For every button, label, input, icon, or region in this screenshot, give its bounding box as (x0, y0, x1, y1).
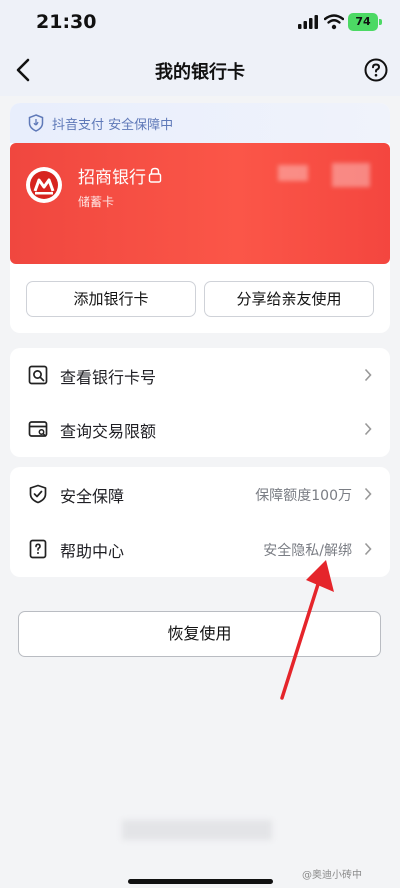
search-card-icon (28, 365, 48, 385)
menu-item-value: 保障额度100万 (255, 488, 352, 504)
battery-icon: 74 (348, 13, 378, 31)
chevron-right-icon (364, 422, 372, 436)
add-card-button[interactable]: 添加银行卡 (26, 281, 196, 317)
battery-nub (379, 19, 382, 25)
bank-logo (26, 167, 62, 203)
chevron-right-icon (364, 368, 372, 382)
lock-icon (148, 167, 162, 183)
share-card-button[interactable]: 分享给亲友使用 (204, 281, 374, 317)
bank-card[interactable]: 招商银行 储蓄卡 (10, 143, 390, 264)
nav-bar: 我的银行卡 (0, 44, 400, 96)
safety-banner-text: 抖音支付 安全保障中 (52, 118, 174, 133)
menu-item-label: 安全保障 (60, 487, 125, 506)
menu-item-view-card-number[interactable]: 查看银行卡号 (10, 348, 390, 403)
menu-item-security[interactable]: 安全保障 保障额度100万 (10, 467, 390, 522)
status-bar: 21:30 74 (0, 0, 400, 44)
watermark: @奥迪小砖中 (302, 870, 362, 881)
card-type: 储蓄卡 (78, 195, 115, 209)
shield-check-icon (29, 484, 47, 504)
card-info-menu: 查看银行卡号 查询交易限额 (10, 348, 390, 457)
wifi-icon (324, 14, 344, 30)
cellular-signal-icon (298, 15, 318, 29)
menu-item-query-limit[interactable]: 查询交易限额 (10, 402, 390, 457)
help-icon[interactable] (364, 58, 388, 82)
status-time: 21:30 (36, 11, 97, 33)
safety-banner: 抖音支付 安全保障中 (10, 103, 390, 143)
chevron-right-icon (364, 487, 372, 501)
blurred-footer-text (122, 820, 272, 840)
menu-item-label: 查询交易限额 (60, 422, 157, 441)
card-query-icon (28, 421, 48, 437)
annotation-arrow-icon (280, 560, 334, 700)
chevron-right-icon (364, 542, 372, 556)
cmb-logo-icon (30, 171, 58, 199)
menu-item-label: 帮助中心 (60, 542, 125, 561)
page-title: 我的银行卡 (155, 62, 245, 83)
masked-card-number-tail (332, 163, 370, 187)
menu-item-label: 查看银行卡号 (60, 368, 157, 387)
masked-card-number (278, 165, 308, 181)
shield-icon (28, 114, 44, 132)
card-panel: 抖音支付 安全保障中 招商银行 储蓄卡 添加银行卡 分享给亲友使用 (10, 103, 390, 333)
home-indicator[interactable] (128, 879, 273, 884)
bank-name: 招商银行 (78, 168, 146, 188)
help-doc-icon (29, 539, 47, 559)
